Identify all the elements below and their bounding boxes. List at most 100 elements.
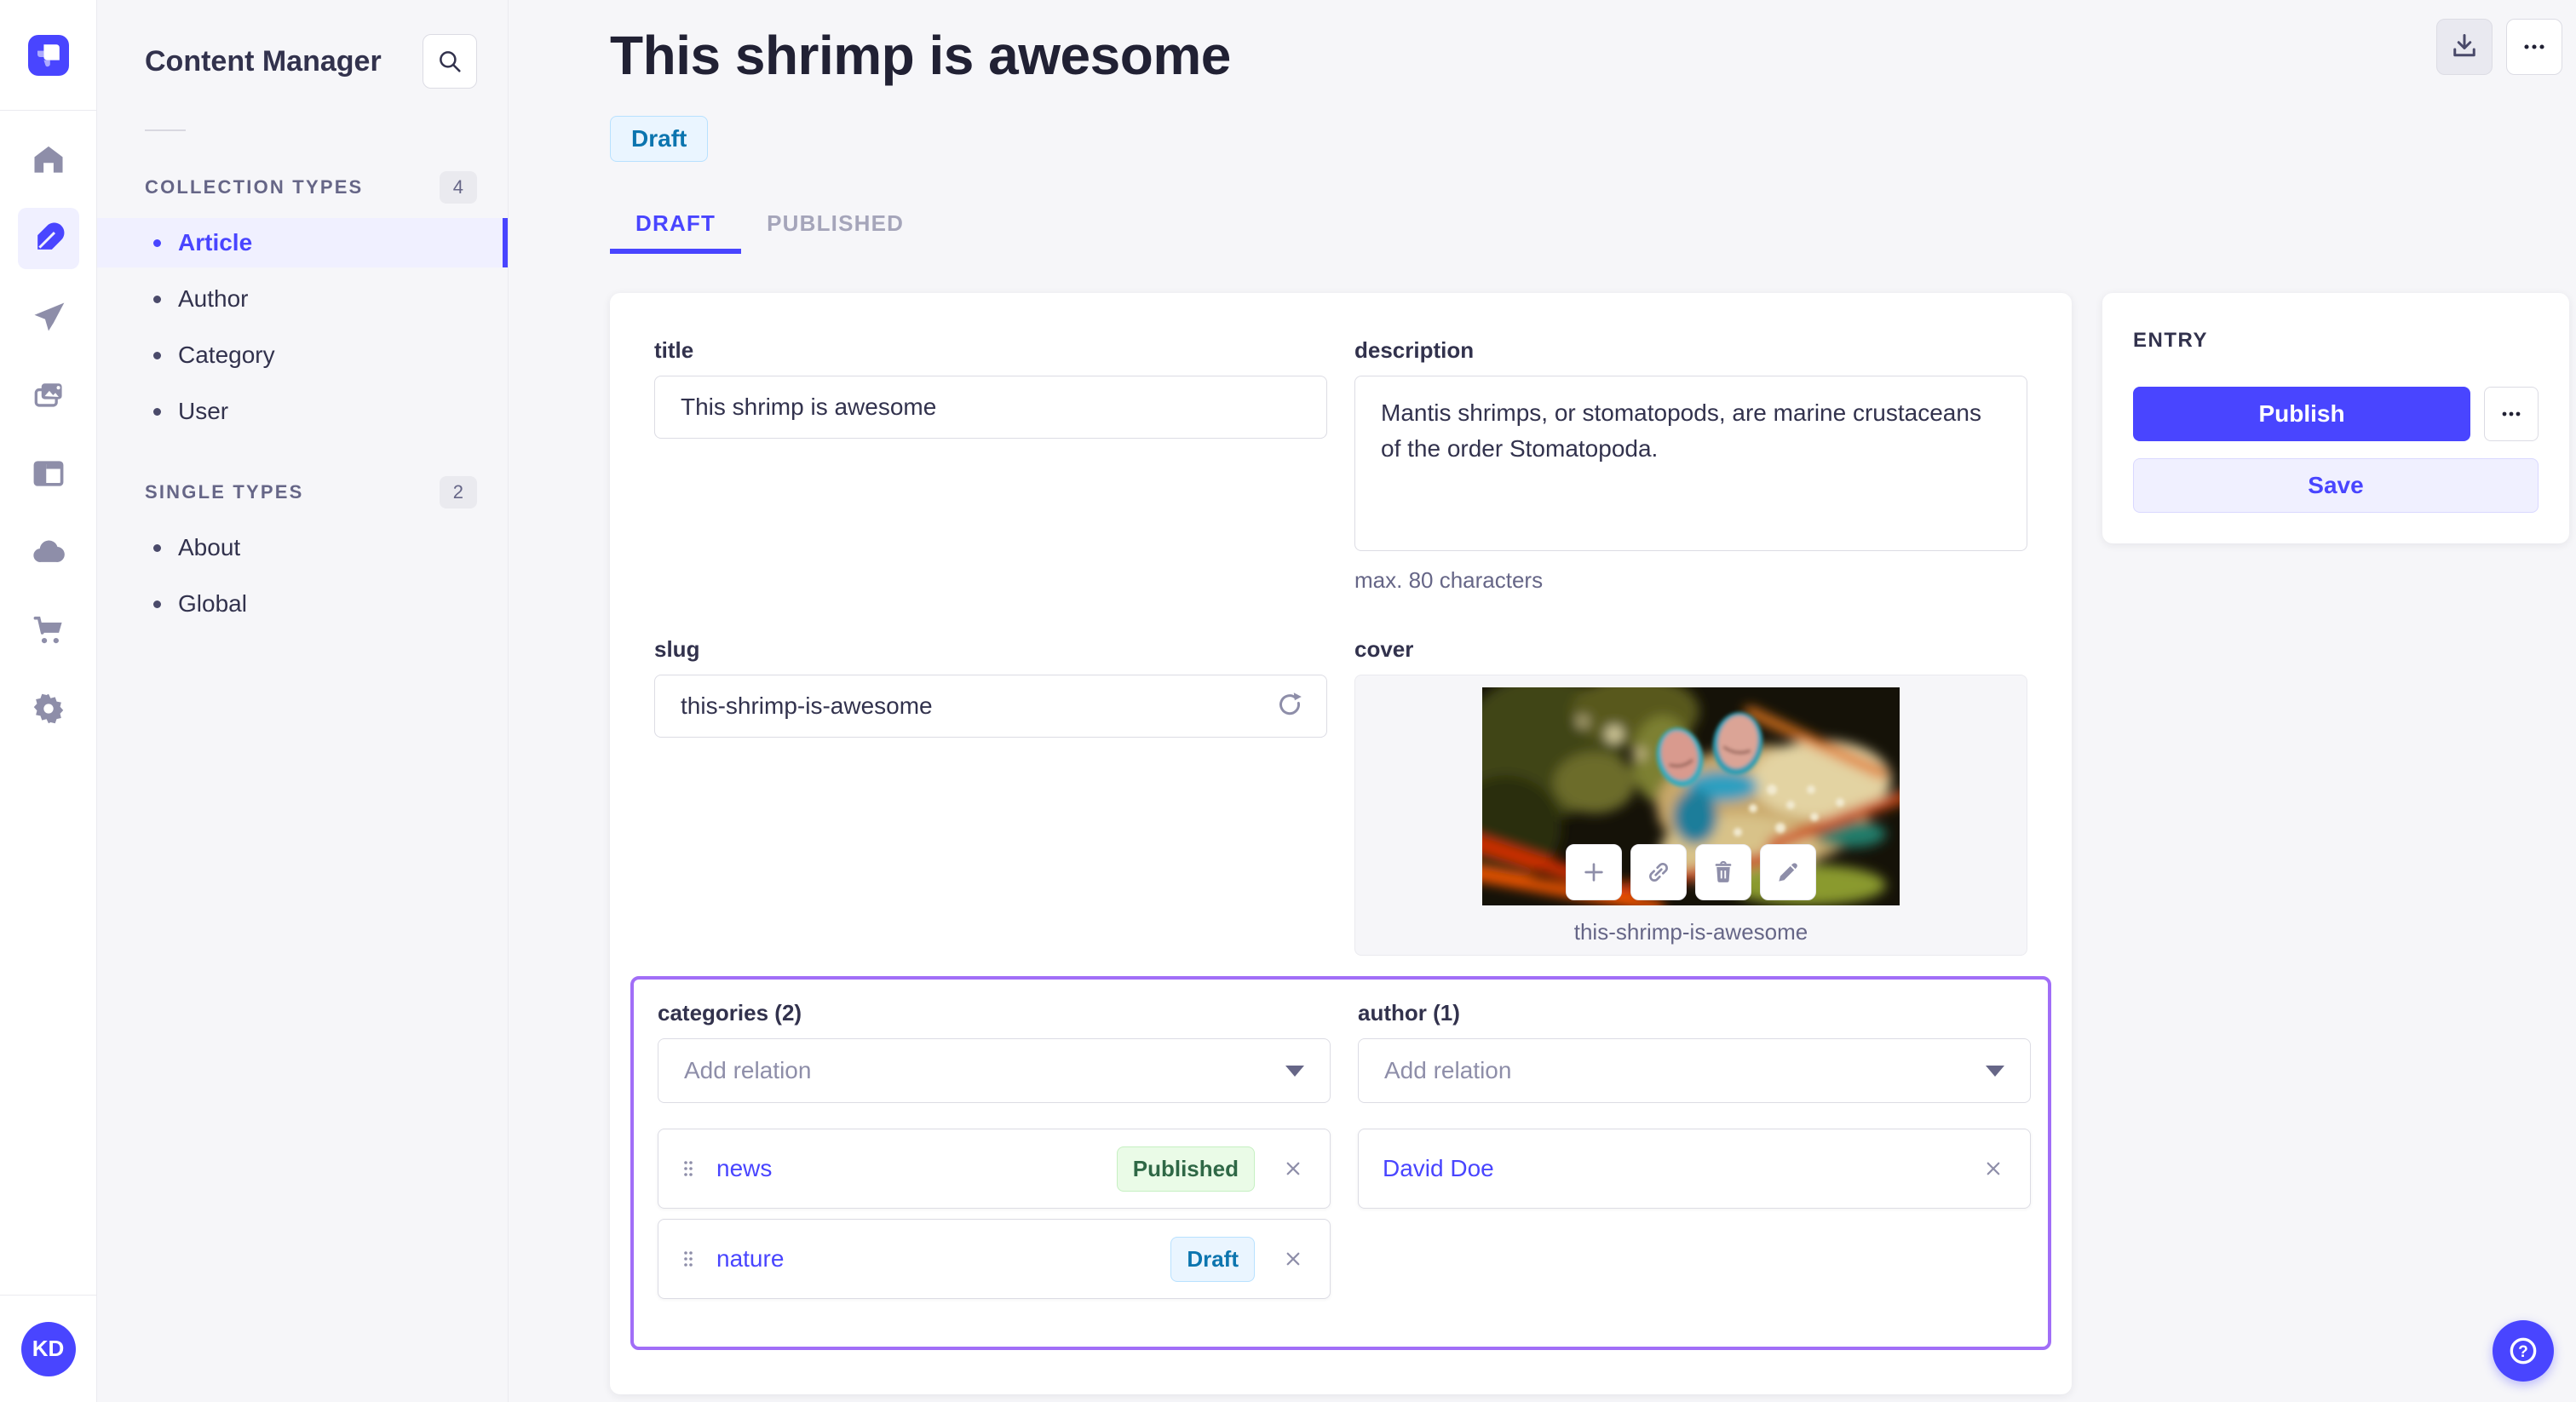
relation-link[interactable]: nature — [716, 1245, 784, 1273]
sidebar-divider — [145, 129, 186, 131]
bullet-icon — [153, 295, 161, 303]
layout-icon[interactable] — [18, 443, 79, 504]
title-input[interactable] — [654, 376, 1327, 439]
author-label: author (1) — [1358, 1000, 1460, 1026]
remove-relation-button[interactable] — [1280, 1246, 1306, 1272]
entry-panel: ENTRY Publish Save — [2102, 293, 2569, 543]
categories-label: categories (2) — [658, 1000, 802, 1026]
sidebar-item-global[interactable]: Global — [97, 579, 508, 629]
copy-link-button[interactable] — [1630, 844, 1687, 900]
question-mark-circle-icon: ? — [2510, 1337, 2537, 1365]
slug-field: slug — [654, 636, 1327, 956]
title-field: title — [654, 337, 1327, 594]
sidebar-item-label: Global — [178, 590, 247, 617]
categories-field: categories (2) Add relation news Publish… — [658, 1000, 1331, 1299]
slug-label: slug — [654, 636, 700, 662]
section-count-badge: 4 — [439, 171, 477, 204]
close-icon — [1286, 1162, 1300, 1175]
description-input[interactable]: Mantis shrimps, or stomatopods, are mari… — [1354, 376, 2027, 551]
tab-published[interactable]: PUBLISHED — [741, 198, 929, 254]
section-count-badge: 2 — [439, 476, 477, 509]
sidebar-item-label: Category — [178, 342, 275, 368]
bullet-icon — [153, 600, 161, 608]
sidebar-item-about[interactable]: About — [97, 523, 508, 572]
cover-field: cover this-shrimp-is-awesome — [1354, 636, 2027, 956]
tab-draft[interactable]: DRAFT — [610, 198, 742, 254]
description-field: description Mantis shrimps, or stomatopo… — [1354, 337, 2027, 594]
remove-relation-button[interactable] — [1280, 1156, 1306, 1181]
description-hint: max. 80 characters — [1354, 567, 1544, 593]
cover-label: cover — [1354, 636, 1414, 662]
edit-form-card: title description Mantis shrimps, or sto… — [610, 293, 2072, 1394]
search-icon — [440, 51, 461, 72]
sidebar-title: Content Manager — [145, 44, 382, 78]
help-button[interactable]: ? — [2493, 1320, 2554, 1382]
relation-link[interactable]: news — [716, 1155, 772, 1182]
cloud-icon[interactable] — [18, 521, 79, 583]
edit-media-button[interactable] — [1760, 844, 1816, 900]
categories-add-relation-select[interactable]: Add relation — [658, 1038, 1331, 1103]
version-tabs: DRAFT PUBLISHED — [610, 198, 2569, 254]
author-field: author (1) Add relation David Doe — [1358, 1000, 2031, 1299]
pencil-icon — [1779, 863, 1797, 882]
description-label: description — [1354, 337, 1475, 363]
sidebar-item-label: User — [178, 398, 229, 424]
drag-handle-icon[interactable] — [682, 1159, 694, 1178]
sidebar-item-label: About — [178, 534, 241, 560]
relation-link[interactable]: David Doe — [1383, 1155, 1494, 1182]
sidebar-item-category[interactable]: Category — [97, 330, 508, 380]
publish-button[interactable]: Publish — [2133, 387, 2470, 441]
nav-rail-header — [0, 0, 96, 111]
remove-relation-button[interactable] — [1981, 1156, 2006, 1181]
chevron-down-icon — [1986, 1065, 2004, 1077]
sidebar: Content Manager COLLECTION TYPES 4 Artic… — [97, 0, 509, 1402]
cover-filename: this-shrimp-is-awesome — [1573, 919, 1808, 945]
entry-more-button[interactable] — [2484, 387, 2539, 441]
more-dots-icon — [2524, 44, 2544, 49]
main-content: This shrimp is awesome Draft DRAFT PUBLI… — [509, 0, 2576, 1402]
strapi-logo[interactable] — [27, 34, 69, 76]
search-button[interactable] — [423, 34, 477, 89]
download-button[interactable] — [2436, 19, 2493, 75]
drag-handle-icon[interactable] — [682, 1250, 694, 1268]
slug-input[interactable] — [654, 675, 1327, 738]
media-library-icon[interactable] — [18, 365, 79, 426]
delete-media-button[interactable] — [1695, 844, 1751, 900]
feather-icon[interactable] — [17, 208, 79, 269]
add-relation-placeholder: Add relation — [1384, 1057, 1512, 1083]
sidebar-section-collection-types: COLLECTION TYPES 4 Article Author Catego… — [97, 164, 508, 436]
section-label: COLLECTION TYPES — [145, 176, 364, 198]
bullet-icon — [153, 351, 161, 359]
paper-plane-icon[interactable] — [18, 286, 79, 348]
more-options-button[interactable] — [2506, 19, 2562, 75]
cart-icon[interactable] — [18, 600, 79, 661]
add-relation-placeholder: Add relation — [684, 1057, 812, 1083]
nav-rail-menu — [0, 111, 96, 739]
add-media-button[interactable] — [1566, 844, 1622, 900]
bullet-icon — [153, 407, 161, 416]
gear-icon[interactable] — [18, 678, 79, 739]
download-icon — [2453, 34, 2475, 57]
draft-status-badge: Draft — [1170, 1236, 1255, 1282]
save-button[interactable]: Save — [2133, 458, 2539, 513]
nav-rail-footer: KD — [0, 1295, 96, 1402]
strapi-logo-icon — [37, 43, 60, 66]
status-badge: Draft — [610, 116, 709, 162]
sidebar-item-label: Article — [178, 229, 253, 256]
sidebar-item-user[interactable]: User — [97, 387, 508, 436]
sidebar-item-author[interactable]: Author — [97, 274, 508, 324]
bullet-icon — [153, 238, 161, 247]
more-dots-icon — [2502, 411, 2521, 417]
refresh-icon[interactable] — [1274, 689, 1305, 724]
trash-icon — [1715, 860, 1732, 882]
bullet-icon — [153, 543, 161, 552]
relation-item-nature: nature Draft — [658, 1219, 1331, 1299]
sidebar-item-article[interactable]: Article — [97, 218, 508, 267]
svg-text:?: ? — [2518, 1343, 2528, 1361]
sidebar-item-label: Author — [178, 285, 249, 312]
home-icon[interactable] — [18, 129, 79, 191]
avatar[interactable]: KD — [20, 1321, 76, 1376]
relation-item-news: news Published — [658, 1129, 1331, 1209]
author-add-relation-select[interactable]: Add relation — [1358, 1038, 2031, 1103]
entry-panel-title: ENTRY — [2133, 329, 2208, 352]
